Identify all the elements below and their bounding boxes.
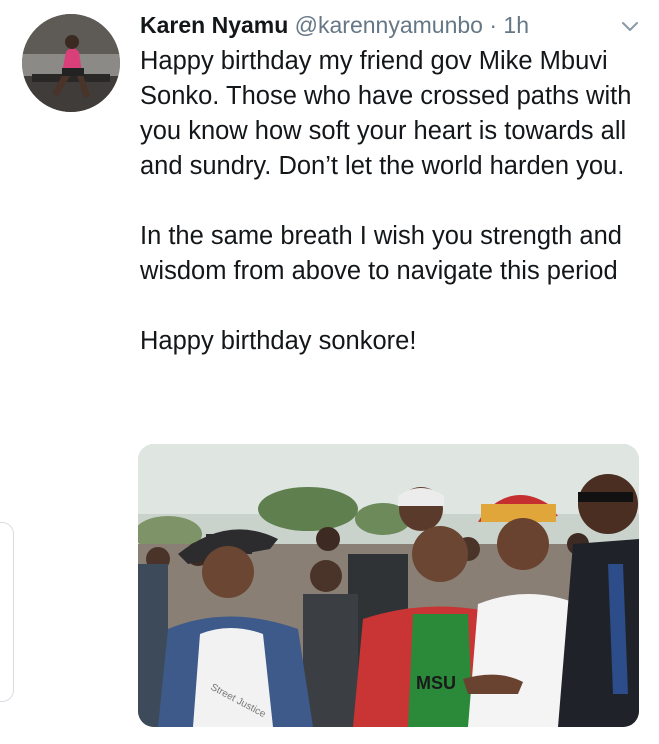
shirt-lettering: MSU <box>416 673 456 693</box>
tweet-text: Happy birthday my friend gov Mike Mbuvi … <box>140 44 640 359</box>
author-name[interactable]: Karen Nyamu <box>140 12 288 38</box>
separator-dot: · <box>489 12 498 38</box>
tweet-photo[interactable]: Street Justice MSU <box>138 444 639 727</box>
crowd-photo: Street Justice MSU <box>138 444 639 727</box>
tweet-paragraph: In the same breath I wish you strength a… <box>140 222 622 285</box>
tweet-paragraph: Happy birthday sonkore! <box>140 327 417 355</box>
profile-photo <box>22 14 120 112</box>
adjacent-card-edge <box>0 522 14 702</box>
author-handle[interactable]: @karennyamunbo <box>295 12 483 38</box>
avatar[interactable] <box>22 14 120 112</box>
tweet-header: Karen Nyamu @karennyamunbo · 1h <box>140 10 639 42</box>
chevron-down-icon[interactable] <box>619 14 641 36</box>
timestamp[interactable]: 1h <box>503 12 529 38</box>
tweet-paragraph: Happy birthday my friend gov Mike Mbuvi … <box>140 47 632 180</box>
